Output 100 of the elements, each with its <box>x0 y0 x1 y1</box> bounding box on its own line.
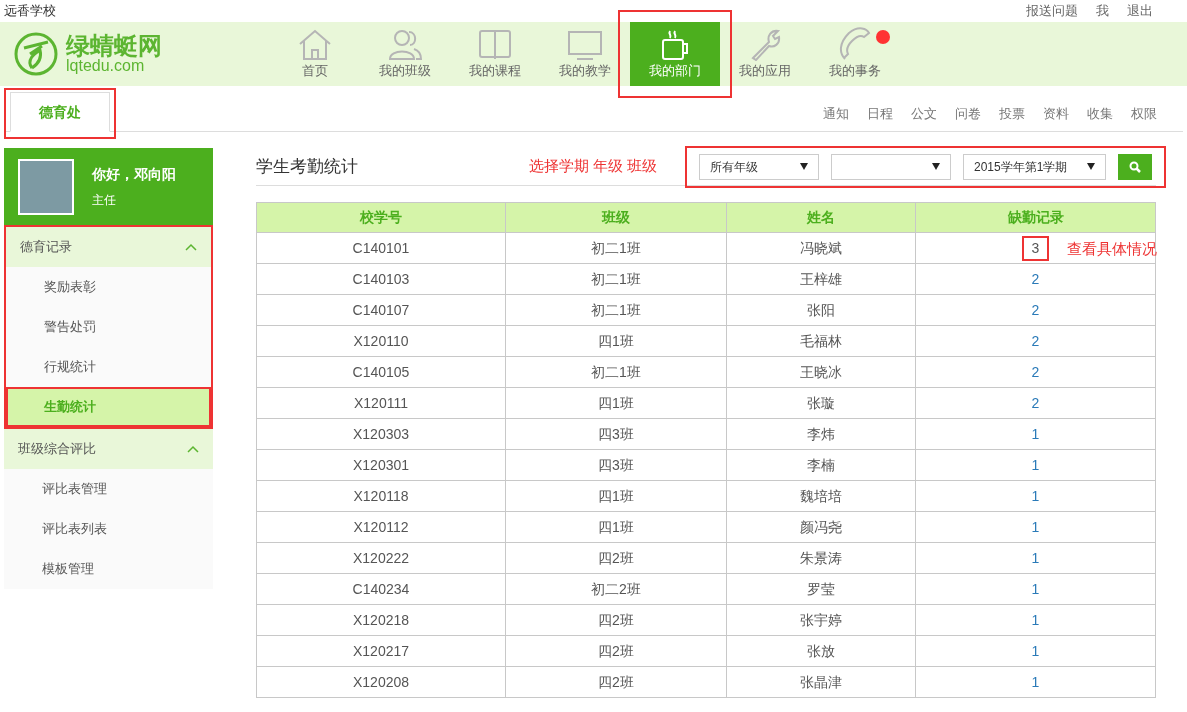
sub-nav-link[interactable]: 收集 <box>1087 103 1113 123</box>
absence-link[interactable]: 3 <box>1021 235 1050 261</box>
table-cell: 张晶津 <box>726 666 916 698</box>
table-cell: 冯晓斌 <box>726 232 916 264</box>
absence-link[interactable]: 1 <box>1023 671 1048 693</box>
table-cell: 朱景涛 <box>726 542 916 574</box>
home-icon <box>297 27 333 62</box>
annotation-note: 查看具体情况 <box>1067 239 1157 259</box>
table-cell: 四2班 <box>505 666 727 698</box>
department-tab[interactable]: 德育处 <box>10 92 110 132</box>
table-cell: 四1班 <box>505 511 727 543</box>
table-cell: X120301 <box>256 449 506 481</box>
absence-link[interactable]: 1 <box>1023 578 1048 600</box>
dropdown-arrow-icon <box>1087 163 1095 170</box>
sub-nav-link[interactable]: 投票 <box>999 103 1025 123</box>
dropdown-arrow-icon <box>800 163 808 170</box>
table-cell: X120222 <box>256 542 506 574</box>
column-header: 缺勤记录 <box>915 202 1156 233</box>
chevron-up-icon <box>187 445 199 453</box>
absence-link[interactable]: 2 <box>1023 299 1048 321</box>
user-role: 主任 <box>92 192 117 209</box>
sidebar-item[interactable]: 行规统计 <box>6 347 211 387</box>
dropdown-select[interactable]: 所有年级 <box>699 153 819 180</box>
top-link[interactable]: 报送问题 <box>1026 1 1078 21</box>
user-greeting: 你好，邓向阳 <box>92 165 176 184</box>
table-cell: C140103 <box>256 263 506 295</box>
dropdown-select[interactable]: 2015学年第1学期 <box>963 153 1106 180</box>
table-cell: X120111 <box>256 387 506 419</box>
sub-nav-link[interactable]: 问卷 <box>955 103 981 123</box>
people-icon <box>387 27 423 62</box>
table-cell: X120110 <box>256 325 506 357</box>
table-cell: 初二2班 <box>505 573 727 605</box>
nav-tab[interactable]: 我的部门 <box>630 22 720 86</box>
sub-nav-link[interactable]: 日程 <box>867 103 893 123</box>
table-cell: 四1班 <box>505 480 727 512</box>
column-header: 姓名 <box>726 202 916 233</box>
nav-tab[interactable]: 我的应用 <box>720 22 810 86</box>
table-cell: 颜冯尧 <box>726 511 916 543</box>
column-header: 校学号 <box>256 202 506 233</box>
top-link[interactable]: 退出 <box>1127 1 1153 21</box>
table-cell: 四3班 <box>505 418 727 450</box>
table-cell: X120208 <box>256 666 506 698</box>
book-icon <box>477 27 513 62</box>
top-link[interactable]: 我 <box>1096 1 1109 21</box>
sidebar-item[interactable]: 评比表列表 <box>4 509 213 549</box>
table-cell: 罗莹 <box>726 573 916 605</box>
sub-nav-link[interactable]: 通知 <box>823 103 849 123</box>
table-cell: 王梓雄 <box>726 263 916 295</box>
absence-link[interactable]: 2 <box>1023 268 1048 290</box>
table-cell: 李炜 <box>726 418 916 450</box>
absence-link[interactable]: 1 <box>1023 547 1048 569</box>
table-cell: 初二1班 <box>505 232 727 264</box>
absence-link[interactable]: 1 <box>1023 609 1048 631</box>
table-cell: 毛福林 <box>726 325 916 357</box>
sub-nav-link[interactable]: 资料 <box>1043 103 1069 123</box>
absence-link[interactable]: 1 <box>1023 640 1048 662</box>
sidebar-item[interactable]: 警告处罚 <box>6 307 211 347</box>
sub-nav-link[interactable]: 权限 <box>1131 103 1157 123</box>
dropdown-arrow-icon <box>932 163 940 170</box>
sidebar-item[interactable]: 评比表管理 <box>4 469 213 509</box>
dropdown-select[interactable] <box>831 153 951 180</box>
table-cell: 四3班 <box>505 449 727 481</box>
nav-tab[interactable]: 我的班级 <box>360 22 450 86</box>
absence-link[interactable]: 1 <box>1023 516 1048 538</box>
absence-link[interactable]: 1 <box>1023 454 1048 476</box>
sidebar-group-header[interactable]: 班级综合评比 <box>4 429 213 469</box>
absence-link[interactable]: 1 <box>1023 485 1048 507</box>
absence-link[interactable]: 2 <box>1023 361 1048 383</box>
annotation-note: 选择学期 年级 班级 <box>528 156 657 177</box>
photo-placeholder <box>18 158 74 215</box>
table-cell: C140107 <box>256 294 506 326</box>
table-cell: 初二1班 <box>505 263 727 295</box>
page-title: 学生考勤统计 <box>256 155 358 178</box>
sidebar-group-header[interactable]: 德育记录 <box>6 227 211 267</box>
table-cell: 初二1班 <box>505 356 727 388</box>
nav-tab[interactable]: 我的课程 <box>450 22 540 86</box>
logo-title: 绿蜻蜓网 <box>66 34 162 58</box>
sub-nav-link[interactable]: 公文 <box>911 103 937 123</box>
table-cell: 四2班 <box>505 604 727 636</box>
table-cell: 张宇婷 <box>726 604 916 636</box>
search-button[interactable] <box>1118 153 1152 180</box>
logo-domain: lqtedu.com <box>66 58 145 74</box>
nav-tab[interactable]: 我的事务 <box>810 22 900 86</box>
table-cell: 李楠 <box>726 449 916 481</box>
nav-tab[interactable]: 我的教学 <box>540 22 630 86</box>
column-header: 班级 <box>505 202 727 233</box>
table-cell: 张璇 <box>726 387 916 419</box>
absence-link[interactable]: 2 <box>1023 330 1048 352</box>
sidebar-item[interactable]: 奖励表彰 <box>6 267 211 307</box>
table-cell: 王晓冰 <box>726 356 916 388</box>
absence-link[interactable]: 1 <box>1023 423 1048 445</box>
table-cell: C140234 <box>256 573 506 605</box>
table-cell: C140101 <box>256 232 506 264</box>
table-cell: X120112 <box>256 511 506 543</box>
absence-link[interactable]: 2 <box>1023 392 1048 414</box>
nav-tab[interactable]: 首页 <box>270 22 360 86</box>
table-cell: X120303 <box>256 418 506 450</box>
sidebar-item[interactable]: 模板管理 <box>4 549 213 589</box>
phone-icon <box>837 27 873 62</box>
search-icon <box>1129 160 1141 173</box>
